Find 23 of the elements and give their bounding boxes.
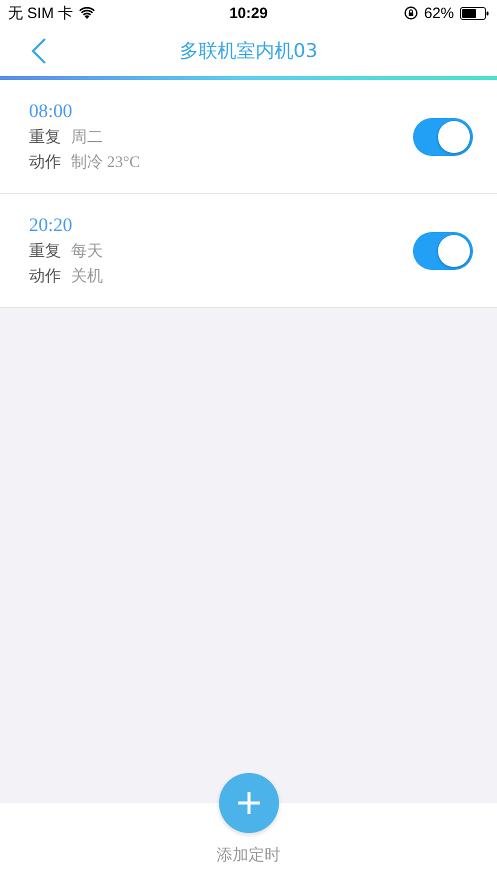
carrier-text: 无 SIM 卡: [8, 4, 74, 22]
add-button[interactable]: [218, 773, 278, 833]
rotation-lock-icon: [404, 6, 418, 20]
repeat-value: 周二: [71, 128, 103, 148]
action-label: 动作: [29, 266, 61, 286]
clock-text: 10:29: [229, 4, 268, 22]
repeat-label: 重复: [29, 240, 61, 262]
repeat-label: 重复: [29, 126, 61, 148]
toggle-switch[interactable]: [413, 232, 473, 270]
timer-time: 20:20: [29, 214, 74, 236]
timer-time: 08:00: [29, 100, 74, 122]
page-title: 多联机室内机03: [179, 39, 318, 64]
add-timer-label: 添加定时: [216, 845, 280, 866]
action-value: 关机: [71, 266, 103, 286]
back-icon[interactable]: [31, 37, 47, 65]
plus-icon: [236, 791, 260, 815]
action-label: 动作: [29, 152, 61, 172]
wifi-icon: [79, 7, 96, 19]
action-value: 制冷 23°C: [71, 152, 140, 172]
repeat-value: 每天: [71, 242, 103, 262]
battery-icon: [460, 6, 489, 20]
toggle-switch[interactable]: [413, 118, 473, 156]
battery-percent: 62%: [424, 4, 454, 22]
